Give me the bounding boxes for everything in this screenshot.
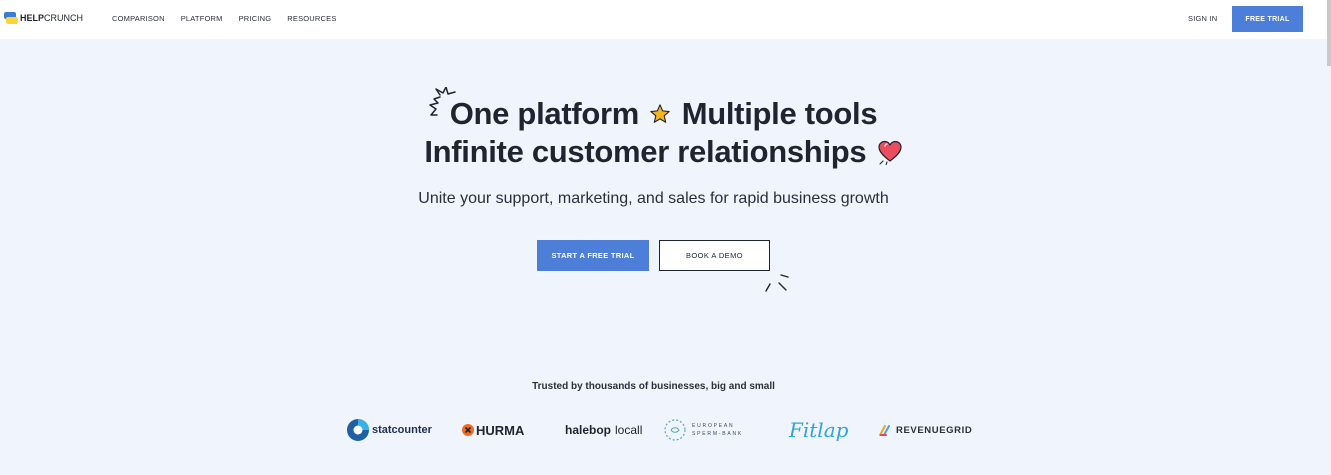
- sign-in-link[interactable]: SIGN IN: [1188, 14, 1217, 23]
- headline-multiple-tools: Multiple tools: [681, 96, 878, 131]
- european-sperm-bank-icon: [664, 419, 686, 441]
- heart-icon: [878, 140, 902, 165]
- helpcrunch-logo-icon: [4, 12, 18, 24]
- hurma-logo: HURMA: [462, 415, 524, 445]
- revenuegrid-icon: [879, 425, 890, 436]
- logo-text-rest: CRUNCH: [44, 13, 84, 23]
- hurma-wordmark: HURMA: [476, 422, 525, 438]
- statcounter-icon: [347, 419, 369, 441]
- scrollbar-thumb[interactable]: [1327, 0, 1331, 66]
- statcounter-wordmark: statcounter: [372, 424, 432, 436]
- client-logos: statcounter HURMA halebop locall EUROPEA…: [0, 414, 1331, 446]
- nav-link-platform[interactable]: PLATFORM: [181, 14, 223, 23]
- nav-link-resources[interactable]: RESOURCES: [287, 14, 336, 23]
- hero-headline-line-2: Infinite customer relationships: [0, 134, 1327, 170]
- trusted-heading: Trusted by thousands of businesses, big …: [532, 381, 775, 392]
- free-trial-button[interactable]: FREE TRIAL: [1232, 6, 1303, 32]
- statcounter-logo: statcounter: [346, 415, 432, 445]
- nav-link-comparison[interactable]: COMPARISON: [112, 14, 165, 23]
- halebop-wordmark: halebop: [565, 423, 612, 437]
- nav-links: COMPARISON PLATFORM PRICING RESOURCES: [112, 14, 353, 23]
- esb-wordmark-bottom: SPERM-BANK: [692, 431, 744, 437]
- hurma-icon: [462, 424, 474, 436]
- headline-one-platform: One platform: [449, 96, 640, 131]
- helpcrunch-logo[interactable]: HELPCRUNCH: [4, 11, 83, 25]
- european-sperm-bank-logo: EUROPEAN SPERM-BANK: [664, 415, 743, 445]
- headline-infinite: Infinite customer relationships: [424, 134, 867, 169]
- star-icon: [650, 104, 671, 123]
- book-demo-button[interactable]: BOOK A DEMO: [659, 240, 770, 271]
- sparkle-right-icon: [765, 274, 789, 292]
- halebop-locall-logo: halebop locall: [565, 415, 642, 445]
- top-navigation: HELPCRUNCH COMPARISON PLATFORM PRICING R…: [0, 0, 1327, 39]
- revenuegrid-logo: REVENUEGRID: [878, 415, 972, 445]
- fitlap-logo: Fitlap: [789, 415, 848, 445]
- fitlap-wordmark: Fitlap: [789, 418, 849, 442]
- start-free-trial-button[interactable]: START A FREE TRIAL: [537, 240, 649, 271]
- nav-link-pricing[interactable]: PRICING: [239, 14, 272, 23]
- logo-text-bold: HELP: [20, 13, 45, 23]
- hero-headline-line-1: One platform Multiple tools: [0, 96, 1327, 132]
- revenuegrid-wordmark: REVENUEGRID: [896, 424, 973, 436]
- hero-subtitle: Unite your support, marketing, and sales…: [418, 190, 889, 207]
- page-scrollbar[interactable]: [1327, 0, 1331, 475]
- locall-wordmark: locall: [615, 423, 643, 437]
- esb-wordmark-top: EUROPEAN: [692, 423, 735, 429]
